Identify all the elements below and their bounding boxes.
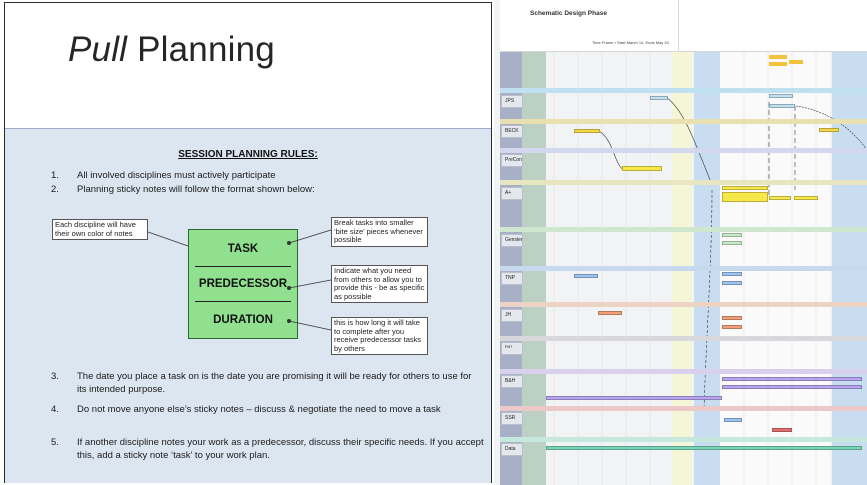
connector-dot [287,286,291,290]
board-sticky-note[interactable] [722,377,862,381]
row-band-jh [500,302,867,307]
board-sticky-note[interactable] [769,94,793,98]
board-sticky-note[interactable] [819,128,839,132]
header-sticky [789,60,803,64]
row-band-gensler [500,227,867,232]
row-label-bh: B&H [501,375,523,388]
board-sticky-note[interactable] [598,311,622,315]
row-label-gensler: Gensler [501,234,523,247]
row-label-tnp: TNP [501,272,523,285]
row-label-beck: BECK [501,125,523,138]
board-sticky-note[interactable] [772,428,792,432]
connector-line [288,229,332,244]
row-band-tnp [500,266,867,271]
connector-line [288,279,332,289]
row-band-precon [500,148,867,153]
board-background [500,14,867,485]
board-sticky-note[interactable] [794,196,818,200]
board-sticky-note[interactable] [574,274,598,278]
board-header: Schematic Design Phase Time Frame • Star… [500,0,867,52]
row-label-data: Data [501,443,523,456]
header-divider [678,0,679,52]
header-sticky [769,55,787,59]
row-label-ssr: SSR [501,412,523,425]
board-sticky-note[interactable] [722,186,768,190]
board-sticky-note[interactable] [724,418,742,422]
connector-dot [287,319,291,323]
timeframe-text: Time Frame • Start March 14, Ends May 20 [592,40,669,45]
row-label-jh: JH [501,309,523,322]
board-sticky-note[interactable] [769,104,795,108]
slide-panel: Pull Planning SESSION PLANNING RULES: 1.… [0,0,494,485]
row-label-precon: PreCon [501,154,523,167]
connector-line [147,231,189,247]
board-sticky-note[interactable] [722,385,862,389]
row-band-bh [500,369,867,374]
row-band-data [500,437,867,442]
row-band-beck [500,119,867,124]
row-band-ssr [500,406,867,411]
board-sticky-note[interactable] [722,192,768,202]
board-sticky-note[interactable] [722,233,742,237]
pull-plan-board: Schematic Design Phase Time Frame • Star… [494,0,867,485]
board-sticky-note[interactable] [722,272,742,276]
row-label-jps: JPS [501,95,523,108]
board-sticky-note[interactable] [722,316,742,320]
board-sticky-note[interactable] [722,241,742,245]
board-sticky-note[interactable] [574,129,600,133]
row-label-pmt: PMT [501,342,523,355]
board-sticky-note[interactable] [769,196,791,200]
connector-dot [287,241,291,245]
board-sticky-note[interactable] [546,446,862,450]
board-sticky-note[interactable] [722,281,742,285]
board-sticky-note[interactable] [650,96,668,100]
connector-line [288,320,332,331]
board-sticky-note[interactable] [622,166,662,171]
board-sticky-note[interactable] [546,396,722,400]
callout-connectors [147,229,332,331]
row-band-pmt [500,336,867,341]
phase-title: Schematic Design Phase [530,10,607,17]
row-band-jps [500,88,867,93]
board-sticky-note[interactable] [722,325,742,329]
row-band-a-plus [500,180,867,185]
header-sticky [769,62,787,66]
row-label-a-plus: A+ [501,187,523,200]
